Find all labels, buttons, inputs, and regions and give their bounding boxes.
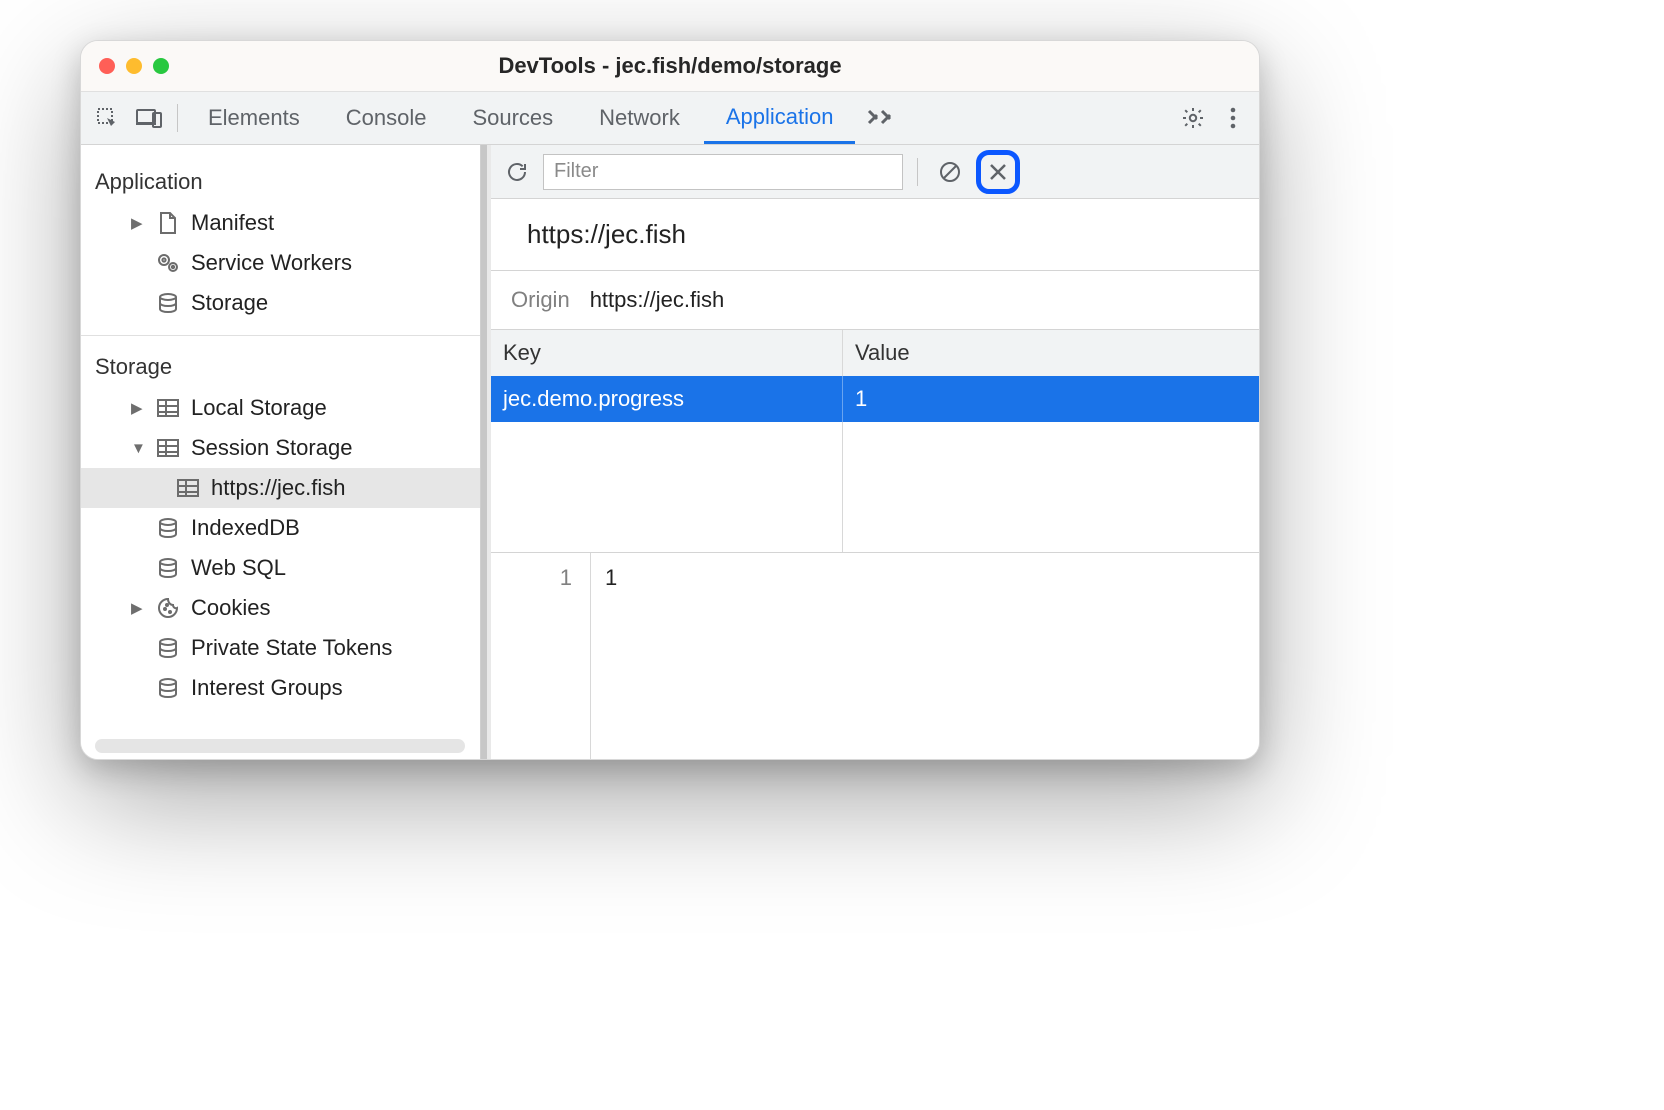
disclosure-down-icon: ▼ [131, 440, 145, 457]
close-window-button[interactable] [99, 58, 115, 74]
highlighted-control [976, 150, 1020, 194]
origin-value: https://jec.fish [590, 287, 725, 313]
origin-title: https://jec.fish [527, 219, 1223, 250]
inspect-element-icon[interactable] [87, 98, 127, 138]
sidebar-item-indexeddb[interactable]: IndexedDB [81, 508, 480, 548]
column-key[interactable]: Key [491, 330, 843, 376]
sidebar-item-label: Web SQL [191, 555, 286, 581]
horizontal-scrollbar[interactable] [95, 739, 465, 753]
sidebar-item-label: Private State Tokens [191, 635, 392, 661]
tab-application[interactable]: Application [704, 92, 856, 144]
clear-all-icon[interactable] [932, 154, 968, 190]
table-icon [155, 395, 181, 421]
devtools-window: DevTools - jec.fish/demo/storage Element… [80, 40, 1260, 760]
maximize-window-button[interactable] [153, 58, 169, 74]
titlebar: DevTools - jec.fish/demo/storage [81, 41, 1259, 91]
sidebar-item-storage[interactable]: Storage [81, 283, 480, 323]
cell-key: jec.demo.progress [491, 376, 843, 422]
device-toolbar-icon[interactable] [129, 98, 169, 138]
database-icon [155, 555, 181, 581]
section-application: Application [81, 155, 480, 203]
tabstrip: Elements Console Sources Network Applica… [81, 91, 1259, 145]
section-storage: Storage [81, 340, 480, 388]
more-menu-icon[interactable] [1213, 98, 1253, 138]
tab-network[interactable]: Network [577, 92, 702, 144]
storage-table: Key Value jec.demo.progress 1 [491, 330, 1259, 553]
sidebar-item-label: Cookies [191, 595, 270, 621]
sidebar-item-interest-groups[interactable]: Interest Groups [81, 668, 480, 708]
cell-value: 1 [843, 376, 1259, 422]
sidebar-item-service-workers[interactable]: Service Workers [81, 243, 480, 283]
column-value[interactable]: Value [843, 330, 1259, 376]
table-header: Key Value [491, 330, 1259, 376]
divider [177, 104, 178, 132]
sidebar-item-session-storage-origin[interactable]: https://jec.fish [81, 468, 480, 508]
origin-label: Origin [511, 287, 570, 313]
divider [81, 335, 480, 336]
table-icon [175, 475, 201, 501]
sidebar-item-label: Local Storage [191, 395, 327, 421]
sidebar-item-cookies[interactable]: ▶ Cookies [81, 588, 480, 628]
divider [917, 158, 918, 186]
sidebar-item-websql[interactable]: Web SQL [81, 548, 480, 588]
window-title: DevTools - jec.fish/demo/storage [81, 53, 1259, 79]
sidebar: Application ▶ Manifest Service Workers [81, 145, 481, 759]
disclosure-right-icon: ▶ [131, 399, 145, 417]
filter-input[interactable] [543, 154, 903, 190]
origin-header: https://jec.fish [491, 199, 1259, 271]
sidebar-item-local-storage[interactable]: ▶ Local Storage [81, 388, 480, 428]
sidebar-item-label: https://jec.fish [211, 475, 346, 501]
disclosure-right-icon: ▶ [131, 599, 145, 617]
database-icon [155, 515, 181, 541]
tab-console[interactable]: Console [324, 92, 449, 144]
origin-row: Origin https://jec.fish [491, 271, 1259, 330]
sidebar-item-label: IndexedDB [191, 515, 300, 541]
main-area: Application ▶ Manifest Service Workers [81, 145, 1259, 759]
delete-selected-icon[interactable] [983, 157, 1013, 187]
storage-toolbar [491, 145, 1259, 199]
database-icon [155, 290, 181, 316]
sidebar-item-manifest[interactable]: ▶ Manifest [81, 203, 480, 243]
tab-sources[interactable]: Sources [450, 92, 575, 144]
minimize-window-button[interactable] [126, 58, 142, 74]
sidebar-item-label: Storage [191, 290, 268, 316]
value-content: 1 [591, 553, 1259, 759]
cookie-icon [155, 595, 181, 621]
line-number: 1 [491, 553, 591, 759]
sidebar-item-label: Manifest [191, 210, 274, 236]
table-row[interactable]: jec.demo.progress 1 [491, 376, 1259, 422]
window-controls [99, 58, 169, 74]
disclosure-right-icon: ▶ [131, 214, 145, 232]
sidebar-item-session-storage[interactable]: ▼ Session Storage [81, 428, 480, 468]
gears-icon [155, 250, 181, 276]
splitter-handle[interactable] [481, 145, 491, 759]
document-icon [155, 210, 181, 236]
value-viewer: 1 1 [491, 553, 1259, 759]
sidebar-item-label: Session Storage [191, 435, 352, 461]
table-icon [155, 435, 181, 461]
table-empty-area[interactable] [491, 422, 1259, 552]
refresh-icon[interactable] [499, 154, 535, 190]
database-icon [155, 675, 181, 701]
tab-elements[interactable]: Elements [186, 92, 322, 144]
sidebar-item-label: Interest Groups [191, 675, 343, 701]
sidebar-item-private-state-tokens[interactable]: Private State Tokens [81, 628, 480, 668]
content-pane: https://jec.fish Origin https://jec.fish… [491, 145, 1259, 759]
more-tabs-icon[interactable] [857, 103, 907, 134]
database-icon [155, 635, 181, 661]
settings-icon[interactable] [1173, 98, 1213, 138]
sidebar-item-label: Service Workers [191, 250, 352, 276]
